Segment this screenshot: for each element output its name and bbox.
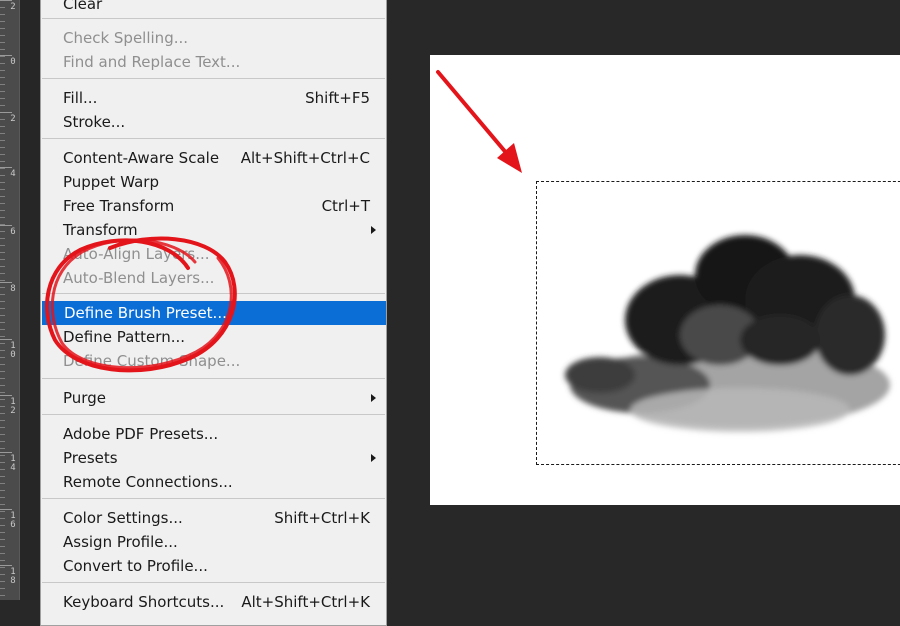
red-arrow-icon [436, 70, 522, 173]
annotation-layer [45, 70, 522, 373]
red-circle-icon [45, 236, 237, 373]
